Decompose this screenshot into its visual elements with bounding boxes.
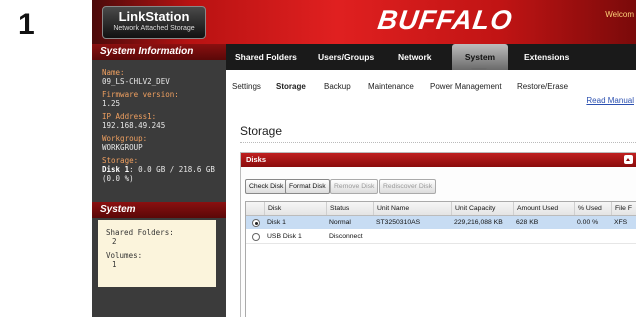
name-label: Name:: [102, 68, 125, 77]
main-navigation: Shared Folders Users/Groups Network Syst…: [226, 44, 636, 75]
cell-unit-name: ST3250310AS: [376, 219, 421, 226]
col-amount-used[interactable]: Amount Used: [513, 202, 574, 215]
cell-status: Disconnect: [329, 233, 363, 240]
storage-usage: : 0.0 GB / 218.6 GB: [129, 165, 215, 174]
workgroup-value: WORKGROUP: [102, 143, 143, 152]
table-row[interactable]: Disk 1 Normal ST3250310AS 229,216,088 KB…: [246, 216, 636, 229]
tab-system[interactable]: System: [452, 44, 508, 70]
storage-disk-name: Disk 1: [102, 165, 130, 174]
subtab-maintenance[interactable]: Maintenance: [368, 82, 414, 91]
workgroup-label: Workgroup:: [102, 134, 148, 143]
subtab-restore-erase[interactable]: Restore/Erase: [517, 82, 568, 91]
table-row[interactable]: USB Disk 1 Disconnect: [246, 230, 636, 244]
logo-title: LinkStation: [118, 9, 190, 24]
subtab-power-management[interactable]: Power Management: [430, 82, 502, 91]
cell-file-format: XFS: [614, 219, 628, 226]
system-info-sidebar: System Information Name: 09_LS-CHLV2_DEV…: [92, 44, 234, 317]
row-select-radio[interactable]: [252, 233, 260, 241]
cell-status: Normal: [329, 219, 351, 226]
buffalo-brand-logo: BUFFALO: [375, 5, 515, 35]
col-percent-used[interactable]: % Used: [574, 202, 611, 215]
ip-address-value: 192.168.49.245: [102, 121, 166, 130]
volumes-label: Volumes:: [106, 251, 143, 260]
col-unit-name[interactable]: Unit Name: [373, 202, 451, 215]
col-unit-capacity[interactable]: Unit Capacity: [451, 202, 513, 215]
tab-users-groups[interactable]: Users/Groups: [318, 44, 374, 70]
remove-disk-button[interactable]: Remove Disk: [330, 179, 379, 194]
tab-shared-folders[interactable]: Shared Folders: [235, 44, 297, 70]
title-divider: [240, 142, 636, 143]
disks-panel-header: Disks: [241, 153, 636, 167]
col-file-format[interactable]: File F: [611, 202, 636, 215]
cell-percent-used: 0.00 %: [577, 219, 599, 226]
cell-unit-capacity: 229,216,088 KB: [454, 219, 503, 226]
nas-admin-window: LinkStation Network Attached Storage BUF…: [92, 0, 636, 317]
page-title: Storage: [240, 124, 283, 138]
logo-subtitle: Network Attached Storage: [113, 25, 195, 32]
ip-address-label: IP Address1:: [102, 112, 157, 121]
col-disk[interactable]: Disk: [264, 202, 326, 215]
cell-disk: Disk 1: [267, 219, 286, 226]
firmware-value: 1.25: [102, 99, 121, 108]
shared-folders-label: Shared Folders:: [106, 228, 174, 237]
storage-label: Storage:: [102, 156, 139, 165]
system-info-details: Name: 09_LS-CHLV2_DEV Firmware version: …: [92, 60, 226, 183]
storage-page: Storage Disks Check Disk Format Disk Rem…: [226, 106, 636, 317]
shared-folders-value: 2: [112, 237, 117, 246]
welcome-text: Welcom: [605, 10, 634, 19]
tab-network[interactable]: Network: [398, 44, 432, 70]
top-header: LinkStation Network Attached Storage BUF…: [92, 0, 636, 44]
row-select-radio[interactable]: [252, 219, 260, 227]
system-heading: System: [92, 202, 234, 218]
subtab-storage[interactable]: Storage: [276, 82, 306, 91]
disks-panel-title: Disks: [246, 155, 267, 164]
format-disk-button[interactable]: Format Disk: [285, 179, 330, 194]
read-manual-link[interactable]: Read Manual: [586, 96, 634, 105]
system-summary: Shared Folders: 2 Volumes: 1: [98, 220, 216, 287]
subtab-backup[interactable]: Backup: [324, 82, 351, 91]
table-header-row: Disk Status Unit Name Unit Capacity Amou…: [246, 202, 636, 216]
disks-panel: Disks Check Disk Format Disk Remove Disk…: [240, 152, 636, 317]
name-value: 09_LS-CHLV2_DEV: [102, 77, 170, 86]
tab-extensions[interactable]: Extensions: [524, 44, 569, 70]
firmware-label: Firmware version:: [102, 90, 179, 99]
disks-table: Disk Status Unit Name Unit Capacity Amou…: [245, 201, 636, 317]
cell-amount-used: 628 KB: [516, 219, 539, 226]
subtab-settings[interactable]: Settings: [232, 82, 261, 91]
check-disk-button[interactable]: Check Disk: [245, 179, 288, 194]
step-number: 1: [18, 8, 35, 41]
collapse-icon[interactable]: [624, 155, 633, 164]
cell-disk: USB Disk 1: [267, 233, 302, 240]
volumes-value: 1: [112, 260, 117, 269]
storage-value: Disk 1: 0.0 GB / 218.6 GB (0.0 %): [102, 165, 226, 183]
col-status[interactable]: Status: [326, 202, 373, 215]
rediscover-disk-button[interactable]: Rediscover Disk: [379, 179, 437, 194]
storage-percent: (0.0 %): [102, 174, 134, 183]
linkstation-logo[interactable]: LinkStation Network Attached Storage: [102, 6, 206, 39]
system-information-heading: System Information: [92, 44, 226, 60]
